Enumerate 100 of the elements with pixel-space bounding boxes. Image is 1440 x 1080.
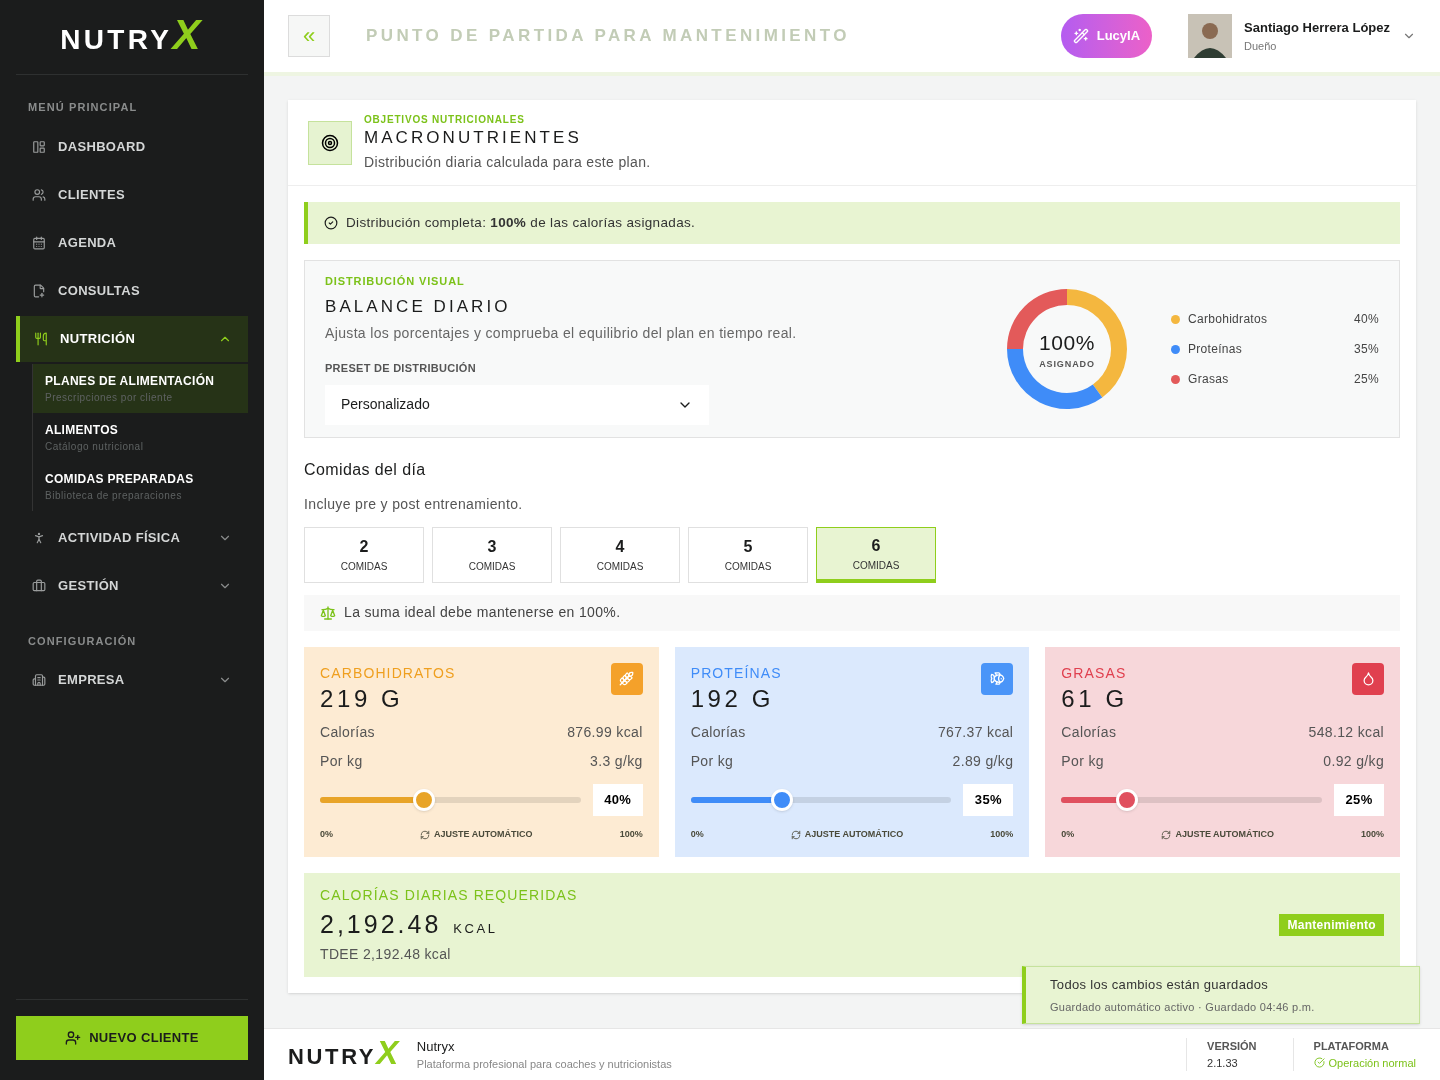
submenu-label: ALIMENTOS [45, 421, 120, 439]
target-icon [308, 120, 352, 165]
sidebar-item[interactable]: AGENDA [16, 219, 248, 266]
auto-adjust-label: AJUSTE AUTOMÁTICO [434, 827, 533, 841]
sidebar-item[interactable]: ACTIVIDAD FÍSICA [16, 514, 248, 561]
refresh-icon [790, 829, 801, 840]
calories-title: CALORÍAS DIARIAS REQUERIDAS [320, 886, 578, 906]
legend-value: 25% [1354, 371, 1379, 388]
section-title: MACRONUTRIENTES [364, 127, 583, 149]
check-circle-icon [1313, 1057, 1325, 1069]
meal-count-option[interactable]: 5 COMIDAS [688, 526, 808, 583]
percent-field[interactable]: 35% [963, 783, 1014, 816]
sidebar-item[interactable]: CONSULTAS [16, 267, 248, 314]
stat-value: 2.89 g/kg [952, 751, 1014, 771]
stat-label: Por kg [320, 751, 363, 771]
menu-label: DASHBOARD [58, 137, 147, 156]
menu-label: ACTIVIDAD FÍSICA [58, 528, 182, 547]
stat-value: 3.3 g/kg [590, 751, 643, 771]
utensils-icon [34, 331, 48, 346]
percent-field[interactable]: 25% [1334, 783, 1384, 816]
calendar-icon [32, 235, 46, 250]
user-plus-icon [65, 1030, 82, 1046]
macro-grams: 61 G [1061, 683, 1128, 714]
new-client-button[interactable]: NUEVO CLIENTE [16, 1016, 248, 1060]
slider-thumb[interactable] [770, 788, 793, 811]
meal-count-option[interactable]: 4 COMIDAS [560, 526, 680, 583]
meal-count-option[interactable]: 2 COMIDAS [304, 526, 424, 583]
sidebar-item[interactable]: CLIENTES [16, 171, 248, 218]
macro-name: GRASAS [1061, 663, 1128, 683]
stat-label: Por kg [1061, 751, 1104, 771]
stat-label: Por kg [690, 751, 734, 771]
submenu-item[interactable]: PLANES DE ALIMENTACIÓN Prescripciones por cliente [33, 363, 248, 413]
sidebar-item[interactable]: DASHBOARD [16, 123, 248, 170]
range-max: 100% [1360, 827, 1384, 841]
meal-count-option[interactable]: 6 COMIDAS [816, 526, 936, 583]
stat-label: Calorías [690, 722, 746, 742]
donut-label: ASIGNADO [1039, 358, 1095, 371]
wheat-icon [610, 662, 643, 695]
auto-adjust-label: AJUSTE AUTOMÁTICO [1175, 827, 1274, 841]
building-icon [32, 673, 46, 687]
person-icon [32, 530, 46, 545]
stat-label: Calorías [1061, 722, 1117, 742]
toast-title: Todos los cambios están guardados [1050, 976, 1270, 994]
hint-text: La suma ideal debe mantenerse en 100%. [344, 603, 621, 623]
section-heading: MENÚ PRINCIPAL [27, 100, 139, 115]
submenu-item[interactable]: COMIDAS PREPARADAS Biblioteca de preparaciones [33, 461, 248, 511]
tdee-text: TDEE 2,192.48 kcal [320, 944, 452, 964]
document-plus-icon [32, 283, 46, 298]
macro-grams: 219 G [320, 683, 405, 714]
sidebar-item[interactable]: GESTIÓN [16, 562, 248, 609]
menu-label: EMPRESA [58, 671, 126, 690]
range-min: 0% [1061, 827, 1075, 841]
users-icon [32, 187, 46, 202]
meals-title: Comidas del día [304, 459, 427, 480]
auto-adjust-label: AJUSTE AUTOMÁTICO [804, 827, 904, 841]
stat-value: 0.92 g/kg [1323, 751, 1384, 771]
stat-value: 548.12 kcal [1308, 722, 1384, 742]
check-circle-icon [324, 216, 338, 231]
section-heading: CONFIGURACIÓN [27, 633, 138, 649]
user-name: Santiago Herrera López [1244, 19, 1390, 37]
page-title: PUNTO DE PARTIDA PARA MANTENIMIENTO [366, 25, 851, 48]
calories-value: 2,192.48 [320, 909, 442, 941]
range-min: 0% [690, 827, 704, 841]
footer-tagline: Plataforma profesional para coaches y nutricionistas [416, 1057, 673, 1072]
submenu-item[interactable]: ALIMENTOS Catálogo nutricional [33, 412, 248, 462]
preset-select[interactable]: Personalizado [325, 384, 709, 425]
magic-wand-icon [1072, 28, 1089, 44]
user-role: Dueño [1244, 38, 1278, 54]
menu-label: CLIENTES [58, 185, 126, 204]
submenu-label: PLANES DE ALIMENTACIÓN [45, 372, 216, 390]
stat-value: 767.37 kcal [937, 722, 1014, 742]
stat-label: Calorías [320, 722, 375, 742]
stat-value: 876.99 kcal [567, 722, 643, 742]
panel-title: BALANCE DIARIO [325, 295, 512, 318]
dashboard-icon [32, 139, 46, 154]
slider-thumb[interactable] [413, 788, 436, 811]
meal-count-option[interactable]: 3 COMIDAS [432, 526, 552, 583]
menu-label: CONSULTAS [58, 281, 141, 300]
legend-label: Grasas [1188, 371, 1230, 388]
legend-value: 35% [1354, 341, 1379, 358]
scale-icon [320, 604, 336, 621]
slider-thumb[interactable] [1115, 788, 1138, 811]
menu-label: GESTIÓN [58, 576, 120, 595]
macro-name: PROTEÍNAS [690, 663, 782, 683]
range-min: 0% [320, 827, 333, 841]
footer-name: Nutryx [416, 1037, 456, 1056]
meals-subtitle: Incluye pre y post entrenamiento. [304, 494, 524, 514]
section-subtitle: Distribución diaria calculada para este plan. [364, 153, 651, 173]
range-max: 100% [619, 827, 643, 841]
fish-icon [981, 662, 1014, 695]
toast-detail: Guardado automático activo · Guardado 04:46 p.m. [1050, 999, 1316, 1015]
submenu-description: Catálogo nutricional [45, 439, 145, 454]
macro-name: CARBOHIDRATOS [320, 663, 456, 683]
percent-field[interactable]: 40% [592, 783, 643, 816]
alert-text: Distribución completa: 100% de las calorías asignadas. [346, 214, 696, 233]
sidebar-item[interactable]: NUTRICIÓN [16, 315, 248, 362]
sidebar-item[interactable]: EMPRESA [16, 657, 248, 703]
submenu-description: Prescripciones por cliente [45, 390, 174, 405]
nutryx-logo: NUTRYX [60, 13, 204, 60]
menu-label: AGENDA [58, 233, 118, 252]
